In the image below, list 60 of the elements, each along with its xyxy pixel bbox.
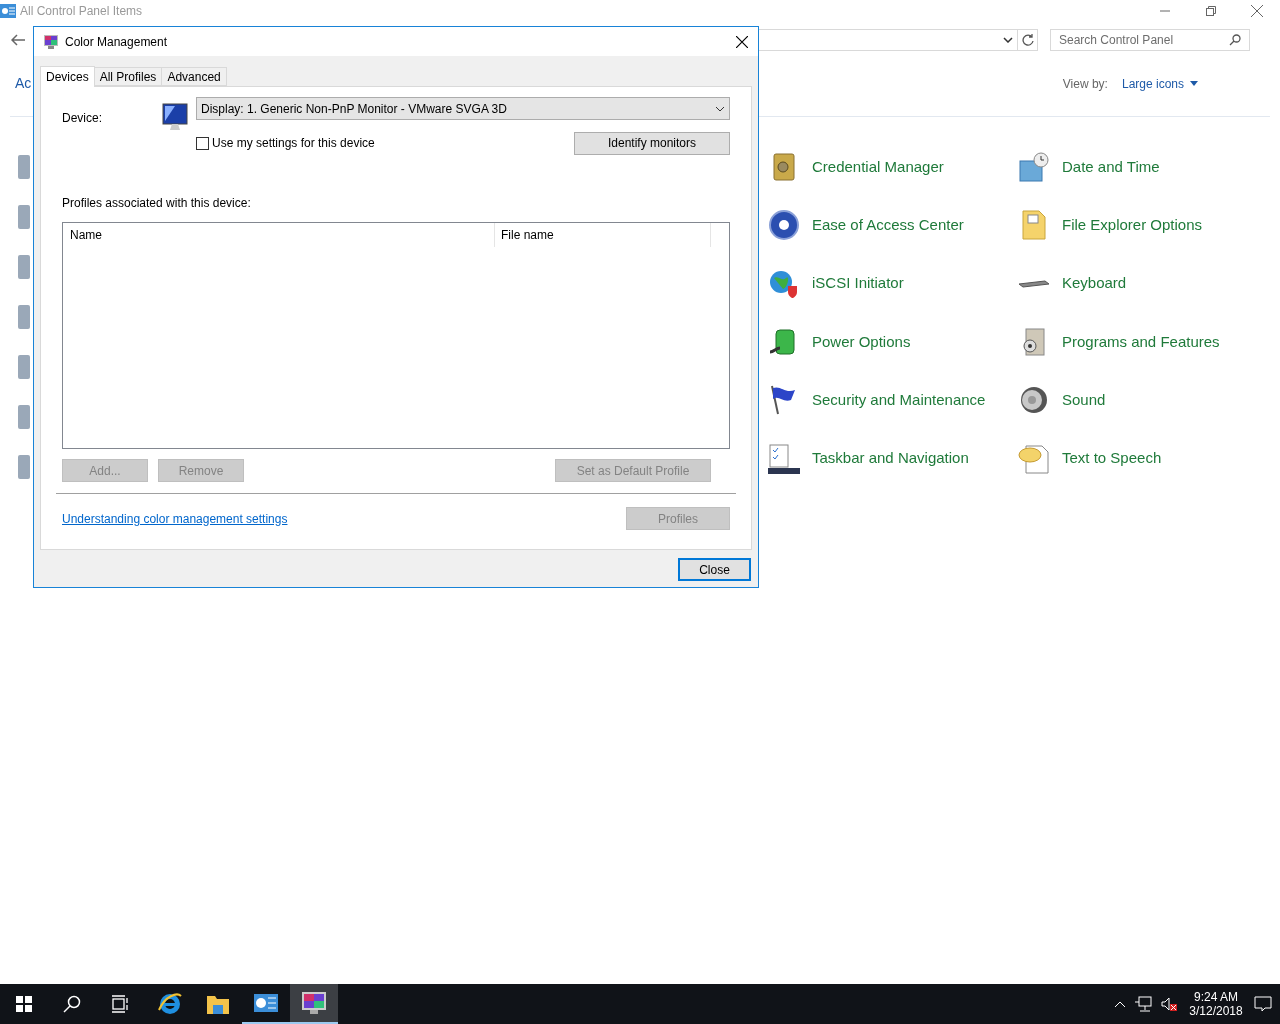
taskbar-checklist-icon (768, 442, 800, 475)
speaker-muted-icon (1160, 996, 1178, 1012)
close-icon (736, 35, 748, 48)
network-icon (1134, 996, 1152, 1012)
task-view-icon (111, 995, 129, 1013)
control-panel-link[interactable]: Taskbar and Navigation (812, 447, 969, 470)
tab[interactable]: Devices (40, 66, 95, 87)
view-by-dropdown[interactable]: Large icons (1121, 74, 1198, 93)
tab[interactable]: All Profiles (93, 67, 163, 86)
page-heading: Ac (15, 74, 32, 93)
notification-icon (1254, 996, 1272, 1012)
control-panel-link[interactable]: iSCSI Initiator (812, 272, 904, 295)
clock-date: 3/12/2018 (1189, 1004, 1243, 1018)
device-dropdown[interactable]: Display: 1. Generic Non-PnP Monitor - VMware SVGA 3D (196, 97, 730, 120)
control-panel-link[interactable]: Programs and Features (1062, 330, 1220, 354)
profiles-label: Profiles associated with this device: (62, 195, 252, 212)
chevron-up-icon (1114, 1000, 1126, 1008)
search-icon (63, 995, 81, 1013)
restore-icon (1206, 6, 1216, 16)
dialog-button[interactable]: Close (678, 558, 751, 581)
control-panel-link[interactable]: Power Options (812, 330, 911, 354)
dialog-button[interactable]: Identify monitors (574, 131, 730, 155)
help-link[interactable]: Understanding color management settings (62, 509, 288, 528)
monitor-color-icon (301, 991, 327, 1015)
control-panel-link[interactable]: Sound (1062, 389, 1106, 412)
speech-document-icon (1018, 442, 1050, 475)
view-by-label: View by: (1062, 75, 1108, 93)
checkbox[interactable]: Use my settings for this device (196, 134, 375, 152)
column-header[interactable]: Name (63, 223, 495, 247)
clock-time: 9:24 AM (1194, 990, 1238, 1004)
control-panel-link[interactable]: Security and Maintenance (812, 389, 986, 412)
control-panel-link[interactable]: Keyboard (1062, 272, 1127, 295)
dialog-title: Color Management (65, 33, 168, 51)
close-icon (1251, 5, 1263, 17)
globe-e-icon (157, 991, 183, 1017)
search-icon (1229, 34, 1241, 46)
taskbar-app[interactable] (290, 984, 338, 1024)
calendar-clock-icon (1018, 151, 1050, 183)
column-header[interactable]: File name (495, 223, 711, 247)
control-panel-icon (254, 994, 278, 1012)
back-arrow-icon (11, 34, 25, 46)
monitor-icon (160, 103, 190, 133)
dropdown-chevron-icon (1003, 37, 1013, 43)
monitor-color-icon (43, 33, 59, 50)
accessibility-icon (768, 209, 800, 242)
window-title: All Control Panel Items (20, 3, 143, 20)
control-panel-link[interactable]: Credential Manager (812, 155, 944, 179)
device-label: Device: (62, 110, 103, 127)
control-panel-link[interactable]: File Explorer Options (1062, 214, 1203, 237)
control-panel-link[interactable]: Text to Speech (1062, 447, 1162, 470)
tab[interactable]: Advanced (161, 67, 227, 86)
keyboard-icon (1018, 279, 1050, 288)
control-panel-link[interactable]: Ease of Access Center (812, 214, 964, 237)
refresh-icon (1021, 34, 1034, 46)
windows-logo-icon (16, 996, 32, 1012)
search-box[interactable]: Search Control Panel (1050, 29, 1250, 51)
dropdown-triangle-icon (1190, 81, 1198, 86)
dropdown-chevron-icon (715, 105, 725, 112)
search-field[interactable]: Search Control Panel (1059, 31, 1229, 49)
control-panel-link[interactable]: Date and Time (1062, 155, 1160, 179)
